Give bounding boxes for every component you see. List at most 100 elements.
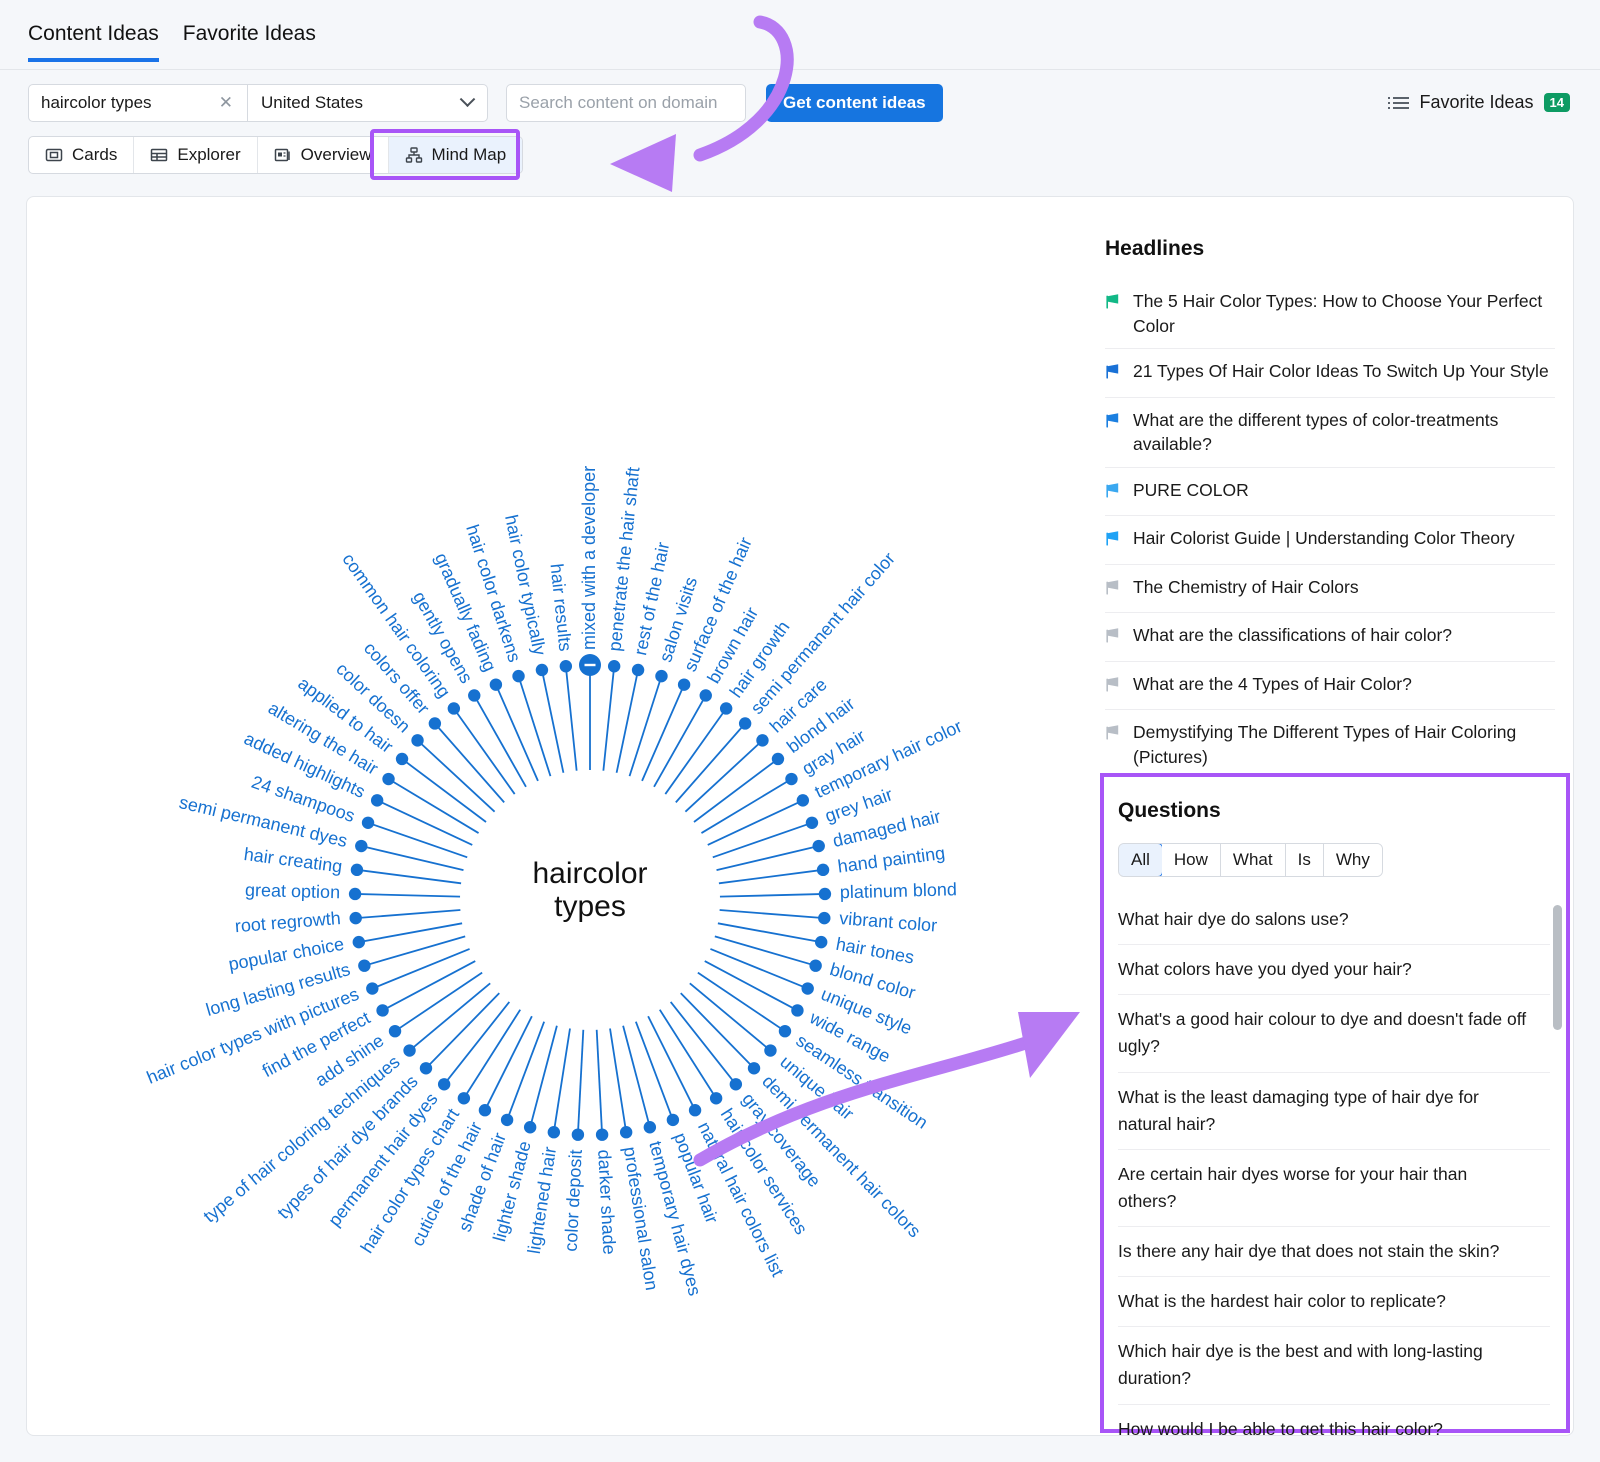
mind-map-node[interactable] — [362, 817, 374, 829]
mind-map-node[interactable] — [548, 1126, 560, 1138]
tab-favorite-ideas[interactable]: Favorite Ideas — [183, 22, 316, 62]
mind-map-node[interactable] — [355, 840, 367, 852]
questions-filter-is[interactable]: Is — [1286, 844, 1324, 876]
mind-map-node[interactable] — [801, 982, 813, 994]
headline-item[interactable]: The Chemistry of Hair Colors — [1105, 564, 1555, 613]
mind-map-node[interactable] — [739, 717, 751, 729]
mind-map-node-label[interactable]: root regrowth — [234, 908, 341, 936]
mind-map-node[interactable] — [730, 1078, 742, 1090]
question-item[interactable]: Which hair dye is the best and with long… — [1118, 1326, 1550, 1403]
mind-map-node[interactable] — [536, 664, 548, 676]
mind-map-node[interactable] — [596, 1128, 608, 1140]
question-item[interactable]: What hair dye do salons use? — [1118, 895, 1550, 944]
mind-map-node[interactable] — [512, 670, 524, 682]
mind-map-node[interactable] — [797, 794, 809, 806]
mind-map-node[interactable] — [351, 864, 363, 876]
mind-map-node[interactable] — [817, 864, 829, 876]
mind-map-node[interactable] — [458, 1092, 470, 1104]
headline-item[interactable]: What are the different types of color-tr… — [1105, 397, 1555, 467]
headline-item[interactable]: What are the 4 Types of Hair Color? — [1105, 661, 1555, 710]
mind-map-node[interactable] — [350, 912, 362, 924]
mind-map-node-label[interactable]: hand painting — [836, 843, 946, 877]
mind-map-node-label[interactable]: great option — [245, 880, 341, 902]
mind-map-node[interactable] — [620, 1126, 632, 1138]
mind-map-node-label[interactable]: hair results — [547, 563, 576, 653]
country-select[interactable]: United States — [248, 84, 488, 122]
mind-map-node[interactable] — [785, 773, 797, 785]
mind-map-node[interactable] — [560, 660, 572, 672]
mind-map-node[interactable] — [720, 702, 732, 714]
mind-map-node[interactable] — [748, 1062, 760, 1074]
mind-map-node[interactable] — [572, 1128, 584, 1140]
mind-map-node[interactable] — [358, 959, 370, 971]
mind-map-node[interactable] — [710, 1092, 722, 1104]
headline-item[interactable]: Demystifying The Different Types of Hair… — [1105, 709, 1555, 779]
get-content-ideas-button[interactable]: Get content ideas — [766, 84, 943, 122]
mind-map-node[interactable] — [448, 702, 460, 714]
mind-map-node[interactable] — [818, 912, 830, 924]
mind-map-node[interactable] — [376, 1004, 388, 1016]
question-item[interactable]: What is the hardest hair color to replic… — [1118, 1276, 1550, 1326]
headline-item[interactable]: Hair Colorist Guide | Understanding Colo… — [1105, 515, 1555, 564]
mind-map-node[interactable] — [371, 794, 383, 806]
mind-map-node[interactable] — [366, 982, 378, 994]
mind-map-node[interactable] — [689, 1104, 701, 1116]
keyword-input[interactable]: haircolor types ✕ — [28, 84, 248, 122]
mind-map-node[interactable] — [349, 888, 361, 900]
mind-map-node[interactable] — [353, 936, 365, 948]
question-item[interactable]: What's a good hair colour to dye and doe… — [1118, 994, 1550, 1071]
mind-map-node-label[interactable]: vibrant color — [839, 908, 938, 936]
headline-item[interactable]: The 5 Hair Color Types: How to Choose Yo… — [1105, 279, 1555, 348]
questions-scrollbar[interactable] — [1553, 905, 1562, 1405]
mind-map-node[interactable] — [382, 773, 394, 785]
mind-map-node[interactable] — [632, 664, 644, 676]
clear-icon[interactable]: ✕ — [215, 93, 237, 113]
mind-map-node[interactable] — [819, 888, 831, 900]
mind-map-node[interactable] — [644, 1121, 656, 1133]
headline-item[interactable]: What are the classifications of hair col… — [1105, 612, 1555, 661]
mind-map-node-label[interactable]: mixed with a developer — [579, 466, 599, 650]
mind-map-node[interactable] — [779, 1025, 791, 1037]
mind-map-node[interactable] — [815, 936, 827, 948]
domain-search-input[interactable]: Search content on domain — [506, 84, 746, 122]
mind-map-node[interactable] — [678, 678, 690, 690]
mind-map-node[interactable] — [791, 1004, 803, 1016]
mind-map-node[interactable] — [813, 840, 825, 852]
mind-map-node[interactable] — [438, 1078, 450, 1090]
view-tab-mind-map[interactable]: Mind Map — [389, 137, 523, 173]
mind-map-node[interactable] — [420, 1062, 432, 1074]
mind-map-node[interactable] — [809, 959, 821, 971]
mind-map-node[interactable] — [403, 1044, 415, 1056]
questions-scrollbar-thumb[interactable] — [1553, 905, 1562, 1030]
question-item[interactable]: Is there any hair dye that does not stai… — [1118, 1226, 1550, 1276]
view-tab-explorer[interactable]: Explorer — [134, 137, 257, 173]
view-tab-cards[interactable]: Cards — [29, 137, 134, 173]
questions-filter-what[interactable]: What — [1221, 844, 1286, 876]
tab-content-ideas[interactable]: Content Ideas — [28, 22, 159, 62]
mind-map-node[interactable] — [655, 670, 667, 682]
mind-map-node-label[interactable]: darker shade — [594, 1149, 619, 1255]
mind-map-node[interactable] — [806, 817, 818, 829]
mind-map-node[interactable] — [524, 1121, 536, 1133]
question-item[interactable]: What colors have you dyed your hair? — [1118, 944, 1550, 994]
headline-item[interactable]: PURE COLOR — [1105, 467, 1555, 516]
mind-map-node[interactable] — [501, 1114, 513, 1126]
mind-map-node[interactable] — [479, 1104, 491, 1116]
favorite-ideas-link[interactable]: Favorite Ideas 14 — [1393, 92, 1570, 113]
question-item[interactable]: How would I be able to get this hair col… — [1118, 1404, 1550, 1437]
questions-filter-why[interactable]: Why — [1324, 844, 1382, 876]
mind-map-node[interactable] — [411, 734, 423, 746]
mind-map-node[interactable] — [700, 689, 712, 701]
mind-map-canvas[interactable]: mixed with a developerpenetrate the hair… — [27, 197, 1092, 1436]
mind-map-node-label[interactable]: color deposit — [561, 1149, 586, 1252]
mind-map-node[interactable] — [389, 1025, 401, 1037]
mind-map-node[interactable] — [468, 689, 480, 701]
mind-map-node[interactable] — [772, 753, 784, 765]
mind-map-node-label[interactable]: hair creating — [243, 844, 344, 877]
view-tab-overview[interactable]: Overview — [258, 137, 389, 173]
mind-map-node[interactable] — [667, 1114, 679, 1126]
mind-map-node[interactable] — [756, 734, 768, 746]
mind-map-node-label[interactable]: platinum blond — [840, 879, 958, 902]
headline-item[interactable]: 21 Types Of Hair Color Ideas To Switch U… — [1105, 348, 1555, 397]
mind-map-node[interactable] — [490, 678, 502, 690]
